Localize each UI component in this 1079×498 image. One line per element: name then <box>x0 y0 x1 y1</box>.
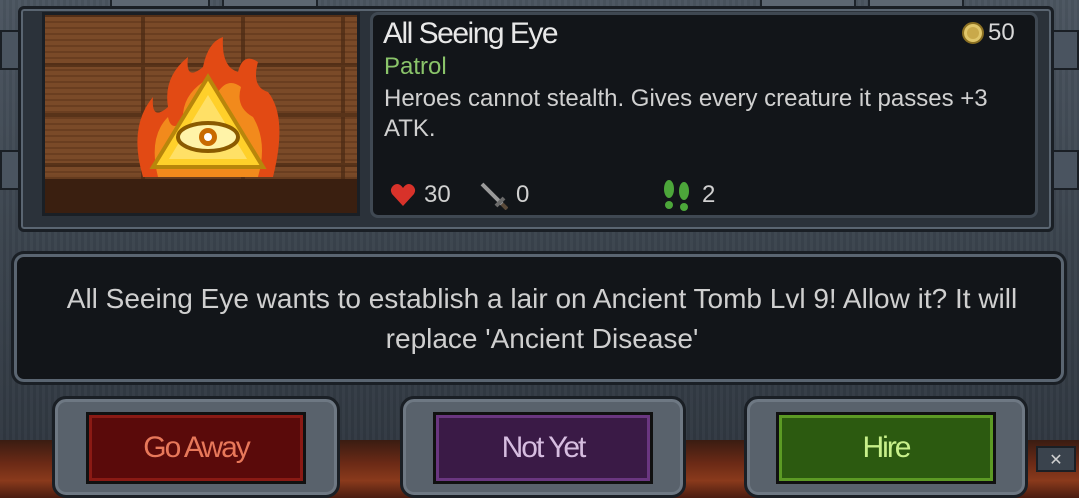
attack-value: 0 <box>516 181 530 208</box>
speed-stat: 2 <box>660 180 716 211</box>
message-text: All Seeing Eye wants to establish a lair… <box>66 283 1018 354</box>
speed-value: 2 <box>702 181 716 208</box>
hire-button[interactable]: Hire <box>776 412 996 484</box>
close-icon: ✕ <box>1049 449 1063 469</box>
attack-stat: 0 <box>478 180 529 210</box>
cost-value: 50 <box>988 19 1015 46</box>
gold-coin-icon <box>962 22 984 44</box>
health-value: 30 <box>424 181 451 208</box>
heart-icon <box>390 184 416 206</box>
health-stat: 30 <box>390 180 451 210</box>
all-seeing-eye-icon <box>137 37 280 177</box>
creature-portrait <box>42 12 360 216</box>
not-yet-button[interactable]: Not Yet <box>433 412 653 484</box>
close-button[interactable]: ✕ <box>1036 446 1076 472</box>
card-type: Patrol <box>384 53 447 80</box>
go-away-button[interactable]: Go Away <box>86 412 306 484</box>
footprints-icon <box>664 180 689 211</box>
card-description: Heroes cannot stealth. Gives every creat… <box>384 85 988 142</box>
message-panel: All Seeing Eye wants to establish a lair… <box>14 254 1064 382</box>
card-name: All Seeing Eye <box>383 17 559 50</box>
card-cost: 50 <box>962 19 1015 46</box>
sword-icon <box>480 182 508 210</box>
